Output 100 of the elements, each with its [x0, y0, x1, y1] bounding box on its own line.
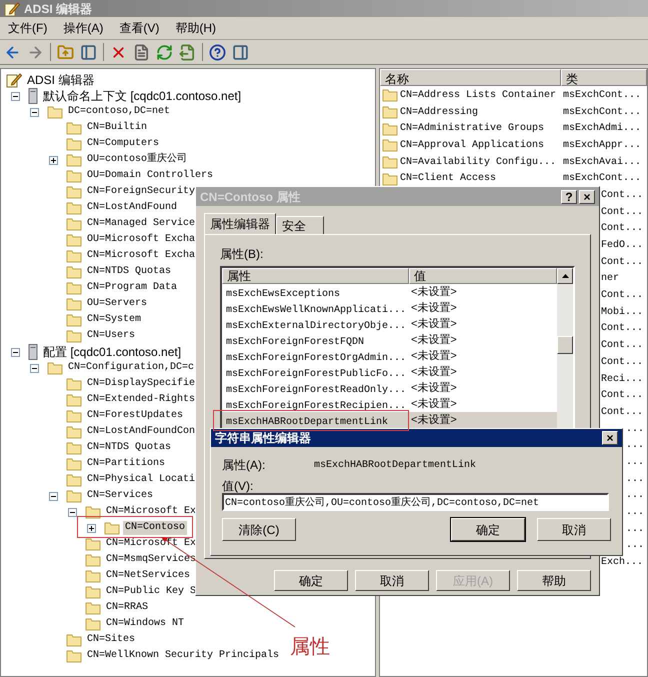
tree-item[interactable]: ADSI 编辑器: [25, 73, 96, 87]
tree-item[interactable]: CN=Contoso: [123, 521, 188, 535]
attribute-row[interactable]: msExchExternalDirectoryObje... <未设置>: [222, 316, 557, 332]
dialog-button[interactable]: 确定: [451, 518, 525, 541]
tree-item[interactable]: OU=Domain Controllers: [85, 169, 216, 183]
tab[interactable]: 安全: [276, 216, 324, 234]
help-button[interactable]: ?: [561, 190, 577, 204]
tree-item[interactable]: OU=contoso重庆公司: [85, 153, 190, 167]
collapse-icon[interactable]: [49, 492, 58, 500]
attribute-row[interactable]: msExchHABRootDepartmentLink <未设置>: [222, 412, 557, 428]
editor-icon: [6, 72, 22, 88]
collapse-icon[interactable]: [30, 364, 39, 372]
tree-item[interactable]: CN=Program Data: [85, 281, 180, 295]
tree-item[interactable]: CN=Microsoft Ex: [104, 505, 198, 519]
back-icon[interactable]: [4, 44, 21, 60]
tree-item[interactable]: CN=Builtin: [85, 121, 150, 135]
dialog-button[interactable]: 帮助: [517, 570, 591, 591]
scroll-up-icon[interactable]: [562, 274, 568, 278]
tree-item[interactable]: CN=ForestUpdates: [85, 409, 186, 423]
menu-item[interactable]: 文件(F): [8, 19, 48, 37]
tree-item[interactable]: 默认命名上下文 [cqdc01.contoso.net]: [41, 89, 244, 103]
collapse-icon[interactable]: [30, 108, 39, 116]
tree-item[interactable]: CN=LostAndFound: [85, 201, 180, 215]
attribute-name: msExchForeignForestOrgAdmin...: [226, 353, 406, 364]
tree-item[interactable]: CN=Microsoft Excha: [85, 249, 198, 263]
list-item[interactable]: CN=Availability Configu...: [400, 154, 563, 170]
attribute-row[interactable]: msExchForeignForestOrgAdmin... <未设置>: [222, 348, 557, 364]
list-item[interactable]: CN=Addressing: [400, 104, 563, 120]
tree-pane-icon[interactable]: [80, 44, 97, 60]
tree-item[interactable]: CN=NTDS Quotas: [85, 265, 174, 279]
tree-item[interactable]: CN=WellKnown Security Principals: [85, 649, 282, 663]
scroll-thumb[interactable]: [557, 336, 573, 354]
attribute-row[interactable]: msExchForeignForestFQDN <未设置>: [222, 332, 557, 348]
help-icon[interactable]: [209, 44, 226, 60]
tree-item[interactable]: CN=ForeignSecurity: [85, 185, 198, 199]
folder-icon: [66, 297, 82, 311]
attribute-name: msExchHABRootDepartmentLink: [226, 417, 388, 428]
tree-item[interactable]: CN=RRAS: [104, 601, 150, 615]
tree-item[interactable]: CN=Users: [85, 329, 138, 343]
tree-item[interactable]: CN=DisplaySpecifie: [85, 377, 198, 391]
folder-icon: [66, 281, 82, 295]
tree-item[interactable]: CN=Windows NT: [104, 617, 186, 631]
tree-item[interactable]: CN=Physical Locati: [85, 473, 198, 487]
column-header[interactable]: 值: [409, 268, 557, 284]
action-pane-icon[interactable]: [232, 44, 249, 60]
table-cell-text: msExchAvai...: [563, 156, 642, 170]
dialog-button[interactable]: 取消: [537, 518, 611, 541]
tree-item[interactable]: CN=Partitions: [85, 457, 168, 471]
tree-item[interactable]: OU=Servers: [85, 297, 150, 311]
menu-item[interactable]: 查看(V): [119, 19, 160, 37]
refresh-icon[interactable]: [156, 44, 173, 60]
attribute-row[interactable]: msExchForeignForestReadOnly... <未设置>: [222, 380, 557, 396]
tree-item[interactable]: CN=LostAndFoundCon: [85, 425, 198, 439]
tree-item[interactable]: CN=MsmqServices: [104, 553, 198, 567]
value-field[interactable]: CN=contoso重庆公司,OU=contoso重庆公司,DC=contoso,DC=net: [222, 493, 609, 511]
tree-item[interactable]: 配置 [cqdc01.contoso.net]: [41, 345, 184, 359]
tree-item[interactable]: CN=Extended-Rights: [85, 393, 198, 407]
collapse-icon[interactable]: [68, 508, 77, 516]
menu-item[interactable]: 帮助(H): [175, 19, 216, 37]
column-header[interactable]: 名称: [380, 69, 561, 86]
list-item[interactable]: CN=Approval Applications: [400, 138, 563, 153]
forward-icon[interactable]: [27, 44, 44, 60]
table-cell-text: Cont...: [601, 322, 644, 336]
tree-item[interactable]: CN=Services: [85, 489, 156, 503]
folder-icon: [66, 441, 82, 455]
tree-item[interactable]: CN=Configuration,DC=c: [66, 361, 196, 375]
tree-item[interactable]: CN=Managed Service: [85, 217, 198, 231]
attribute-row[interactable]: msExchEwsExceptions <未设置>: [222, 284, 557, 300]
properties-icon[interactable]: [133, 44, 150, 60]
tree-item[interactable]: DC=contoso,DC=net: [66, 105, 172, 119]
list-item[interactable]: CN=Address Lists Container: [400, 88, 563, 103]
list-item[interactable]: CN=Administrative Groups: [400, 121, 563, 136]
column-header[interactable]: 属性: [222, 268, 409, 284]
collapse-icon[interactable]: [11, 92, 20, 100]
tree-item[interactable]: CN=Sites: [85, 633, 138, 647]
tree-item[interactable]: CN=NTDS Quotas: [85, 441, 174, 455]
collapse-icon[interactable]: [11, 348, 20, 356]
expand-icon[interactable]: [87, 524, 96, 532]
dialog-button[interactable]: 取消: [355, 570, 429, 591]
attribute-row[interactable]: msExchEwsWellKnownApplicati... <未设置>: [222, 300, 557, 316]
tree-item[interactable]: OU=Microsoft Excha: [85, 233, 198, 247]
close-button[interactable]: ×: [602, 431, 618, 445]
column-header[interactable]: 类: [561, 69, 647, 86]
tree-item[interactable]: CN=Computers: [85, 137, 162, 151]
tree-item[interactable]: CN=System: [85, 313, 144, 327]
export-icon[interactable]: [179, 44, 196, 60]
folder-icon: [66, 377, 82, 391]
close-button[interactable]: ×: [579, 190, 595, 204]
folder-icon: [66, 489, 82, 503]
list-item[interactable]: CN=Client Access: [400, 171, 563, 186]
table-cell-text: msExchAppr...: [563, 138, 642, 153]
dialog-button[interactable]: 确定: [274, 570, 348, 591]
tree-item[interactable]: CN=NetServices: [104, 569, 192, 583]
attribute-row[interactable]: msExchForeignForestPublicFo... <未设置>: [222, 364, 557, 380]
table-cell-text: FedO...: [601, 238, 644, 254]
attribute-row[interactable]: msExchForeignForestRecipien... <未设置>: [222, 396, 557, 412]
folder-icon: [66, 393, 82, 407]
menu-item[interactable]: 操作(A): [63, 19, 104, 37]
expand-icon[interactable]: [49, 156, 58, 164]
tab[interactable]: 属性编辑器: [204, 213, 276, 234]
